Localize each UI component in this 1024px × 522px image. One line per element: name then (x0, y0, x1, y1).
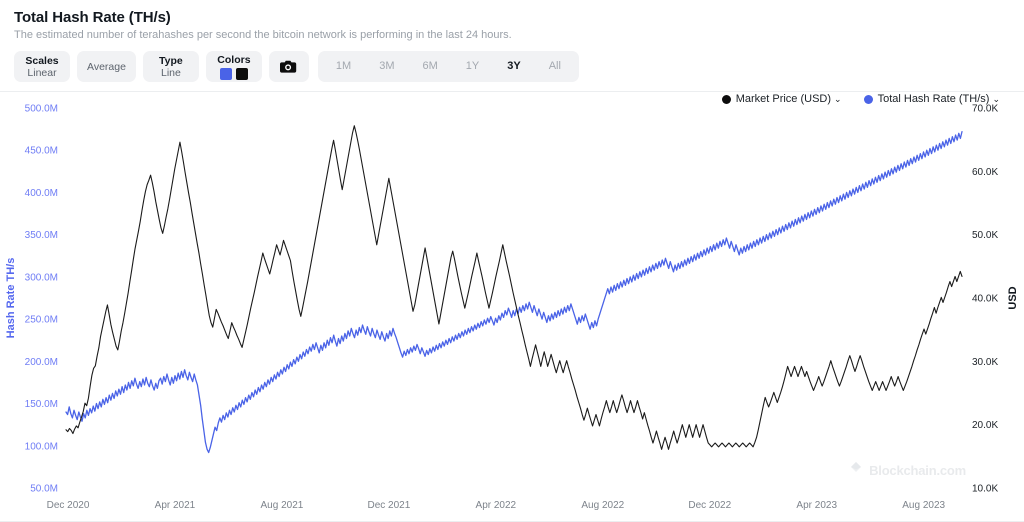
x-axis-tick: Apr 2023 (796, 500, 837, 511)
range-3m[interactable]: 3M (365, 51, 408, 82)
y-axis-left-tick: 150.0M (25, 399, 58, 410)
watermark: Blockchain.com (849, 461, 966, 480)
average-label: Average (87, 60, 126, 73)
x-axis-tick: Dec 2020 (47, 500, 90, 511)
y-axis-right-tick: 40.0K (972, 294, 998, 305)
y-axis-left-title: Hash Rate TH/s (5, 258, 17, 339)
scales-value: Linear (27, 66, 57, 79)
series-line-hash-rate (65, 130, 963, 454)
x-axis-tick: Apr 2022 (476, 500, 517, 511)
x-axis-tick: Aug 2022 (581, 500, 624, 511)
y-axis-left-tick: 450.0M (25, 146, 58, 157)
range-1y[interactable]: 1Y (452, 51, 493, 82)
scales-button[interactable]: Scales Linear (14, 51, 70, 82)
color-swatch-blue[interactable] (219, 67, 232, 80)
y-axis-left-tick: 50.0M (30, 484, 58, 495)
y-axis-right-tick: 10.0K (972, 484, 998, 495)
range-3y[interactable]: 3Y (493, 51, 534, 82)
chart-toolbar: Scales Linear Average Type Line Colors 1… (0, 43, 1024, 91)
time-range-selector[interactable]: 1M 3M 6M 1Y 3Y All (317, 51, 579, 82)
screenshot-button[interactable] (268, 51, 309, 82)
camera-icon (280, 59, 297, 74)
x-axis-tick: Dec 2022 (688, 500, 731, 511)
chart-svg: 50.0M 100.0M 150.0M 200.0M 250.0M 300.0M 350.0… (5, 104, 1019, 512)
x-axis-tick: Aug 2023 (902, 500, 945, 511)
scales-label: Scales (25, 54, 59, 67)
diamond-logo-icon (849, 461, 863, 480)
page-title: Total Hash Rate (TH/s) (14, 9, 171, 26)
y-axis-left-tick: 400.0M (25, 188, 58, 199)
chart-page: Total Hash Rate (TH/s) The estimated num… (0, 0, 1024, 522)
y-axis-right-tick: 70.0K (972, 104, 998, 115)
x-axis-tick: Aug 2021 (261, 500, 304, 511)
range-6m[interactable]: 6M (408, 51, 451, 82)
y-axis-right-tick: 20.0K (972, 420, 998, 431)
y-axis-left-tick: 100.0M (25, 441, 58, 452)
y-axis-left-tick: 250.0M (25, 315, 58, 326)
chart-area: 50.0M 100.0M 150.0M 200.0M 250.0M 300.0M 350.0… (0, 88, 1024, 522)
y-axis-right-tick: 50.0K (972, 230, 998, 241)
watermark-text: Blockchain.com (869, 463, 966, 478)
type-button[interactable]: Type Line (142, 51, 199, 82)
average-button[interactable]: Average (77, 51, 136, 82)
colors-label: Colors (217, 53, 251, 66)
color-swatches (219, 67, 248, 80)
range-1m[interactable]: 1M (322, 51, 365, 82)
colors-button[interactable]: Colors (205, 51, 262, 82)
type-value: Line (160, 66, 181, 79)
color-swatch-black[interactable] (235, 67, 248, 80)
y-axis-right-title: USD (1007, 286, 1019, 309)
chart-header: Total Hash Rate (TH/s) The estimated num… (0, 0, 1024, 43)
range-all[interactable]: All (535, 51, 575, 82)
type-label: Type (159, 54, 183, 67)
y-axis-left-tick: 350.0M (25, 230, 58, 241)
y-axis-left-tick: 500.0M (25, 104, 58, 115)
y-axis-left-tick: 300.0M (25, 272, 58, 283)
x-axis-tick: Apr 2021 (155, 500, 196, 511)
x-axis-tick: Dec 2021 (367, 500, 410, 511)
y-axis-right-tick: 30.0K (972, 357, 998, 368)
y-axis-left-tick: 200.0M (25, 357, 58, 368)
page-subtitle: The estimated number of terahashes per s… (14, 29, 512, 41)
y-axis-right-tick: 60.0K (972, 167, 998, 178)
